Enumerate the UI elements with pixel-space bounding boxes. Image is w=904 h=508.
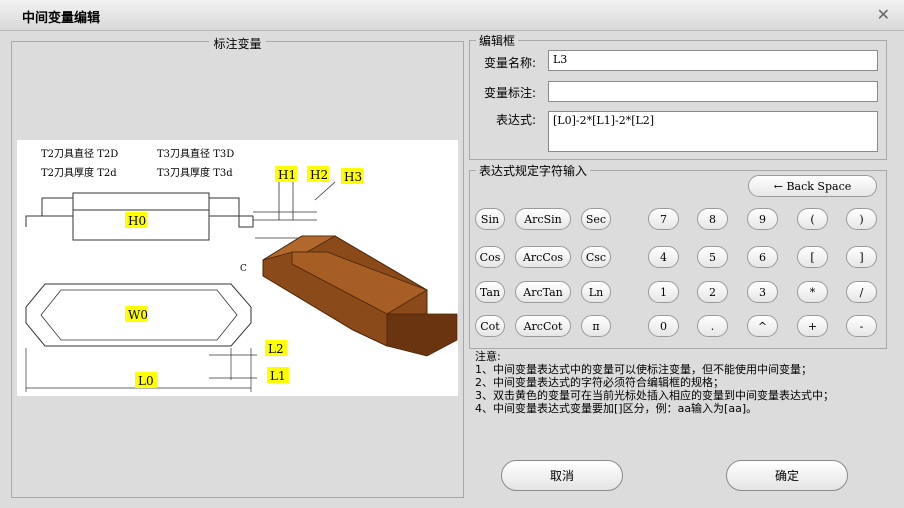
var-l1[interactable]: L1 xyxy=(267,367,289,383)
char-key[interactable]: 8 xyxy=(697,208,728,230)
svg-text:H3: H3 xyxy=(344,170,362,184)
char-key[interactable]: ] xyxy=(846,246,877,268)
char-key[interactable]: + xyxy=(797,315,828,337)
char-key[interactable]: 2 xyxy=(697,281,728,303)
cancel-button[interactable]: 取消 xyxy=(501,460,623,491)
func-key[interactable]: Sin xyxy=(475,208,505,230)
char-key[interactable]: 5 xyxy=(697,246,728,268)
note-line: 1、中间变量表达式中的变量可以使标注变量，但不能使用中间变量； xyxy=(475,363,812,376)
title-bar: 中间变量编辑 ✕ xyxy=(0,0,904,31)
var-l0[interactable]: L0 xyxy=(135,372,157,388)
name-input[interactable]: L3 xyxy=(548,50,878,71)
t2-thickness-text: T2刀具厚度 T2d xyxy=(41,166,117,179)
note-line: 2、中间变量表达式的字符必须符合编辑框的规格； xyxy=(475,376,724,389)
char-key[interactable]: 4 xyxy=(648,246,679,268)
svg-text:L1: L1 xyxy=(270,369,286,383)
func-key[interactable]: Csc xyxy=(581,246,611,268)
func-key[interactable]: Sec xyxy=(581,208,611,230)
char-key[interactable]: / xyxy=(846,281,877,303)
char-key[interactable]: - xyxy=(846,315,877,337)
char-key[interactable]: * xyxy=(797,281,828,303)
svg-text:H0: H0 xyxy=(128,214,146,228)
func-key[interactable]: Cos xyxy=(475,246,505,268)
func-key[interactable]: ArcSin xyxy=(515,208,571,230)
edit-group-label: 编辑框 xyxy=(479,34,516,48)
note-line: 4、中间变量表达式变量要加[]区分，例：aa输入为[aa]。 xyxy=(475,402,758,415)
var-h0[interactable]: H0 xyxy=(125,212,147,228)
func-key[interactable]: Tan xyxy=(475,281,505,303)
drawing-area: T2刀具直径 T2D T2刀具厚度 T2d T3刀具直径 T3D T3刀具厚度 … xyxy=(17,140,458,396)
chamfer-label: C xyxy=(240,264,247,274)
char-key[interactable]: . xyxy=(697,315,728,337)
svg-text:L2: L2 xyxy=(268,342,284,356)
notes-title: 注意: xyxy=(475,350,501,363)
t3-thickness-text: T3刀具厚度 T3d xyxy=(157,166,233,179)
annotation-variables-panel: 标注变量 T2刀具直径 T2D T2刀具厚度 T2d T3刀具直径 T3D T3… xyxy=(11,37,464,498)
t2-diameter-text: T2刀具直径 T2D xyxy=(41,147,118,160)
char-key[interactable]: [ xyxy=(797,246,828,268)
func-key[interactable]: ArcCot xyxy=(515,315,571,337)
t3-diameter-text: T3刀具直径 T3D xyxy=(157,147,234,160)
svg-text:H2: H2 xyxy=(310,168,328,182)
char-key[interactable]: 1 xyxy=(648,281,679,303)
svg-text:H1: H1 xyxy=(278,168,296,182)
char-key[interactable]: ^ xyxy=(747,315,778,337)
svg-text:W0: W0 xyxy=(128,308,148,322)
func-key[interactable]: ArcTan xyxy=(515,281,571,303)
expression-input[interactable]: [L0]-2*[L1]-2*[L2] xyxy=(548,111,878,152)
panel-title: 标注变量 xyxy=(209,37,266,51)
name-label: 变量名称: xyxy=(483,56,536,70)
var-h1[interactable]: H1 xyxy=(275,166,297,182)
var-h2[interactable]: H2 xyxy=(307,166,329,182)
ok-button[interactable]: 确定 xyxy=(726,460,848,491)
keypad-group-label: 表达式规定字符输入 xyxy=(479,164,588,178)
window-title: 中间变量编辑 xyxy=(22,11,101,26)
svg-text:L0: L0 xyxy=(138,374,154,388)
expression-label: 表达式: xyxy=(495,113,536,127)
notes-block: 注意: 1、中间变量表达式中的变量可以使标注变量，但不能使用中间变量； 2、中间… xyxy=(475,350,834,415)
char-key[interactable]: 0 xyxy=(648,315,679,337)
char-key[interactable]: 6 xyxy=(747,246,778,268)
backspace-button[interactable]: ← Back Space xyxy=(748,175,877,197)
note-line: 3、双击黄色的变量可在当前光标处插入相应的变量到中间变量表达式中； xyxy=(475,389,834,402)
char-key[interactable]: ( xyxy=(797,208,828,230)
char-key[interactable]: 7 xyxy=(648,208,679,230)
func-key[interactable]: Cot xyxy=(475,315,505,337)
func-key[interactable]: π xyxy=(581,315,611,337)
func-key[interactable]: ArcCos xyxy=(515,246,571,268)
mark-input[interactable] xyxy=(548,81,878,102)
char-key[interactable]: 3 xyxy=(747,281,778,303)
mark-label: 变量标注: xyxy=(483,86,536,100)
char-key[interactable]: ) xyxy=(846,208,877,230)
var-w0[interactable]: W0 xyxy=(125,306,148,322)
var-h3[interactable]: H3 xyxy=(341,168,363,184)
var-l2[interactable]: L2 xyxy=(265,340,287,356)
close-icon[interactable]: ✕ xyxy=(877,5,890,24)
func-key[interactable]: Ln xyxy=(581,281,611,303)
char-key[interactable]: 9 xyxy=(747,208,778,230)
